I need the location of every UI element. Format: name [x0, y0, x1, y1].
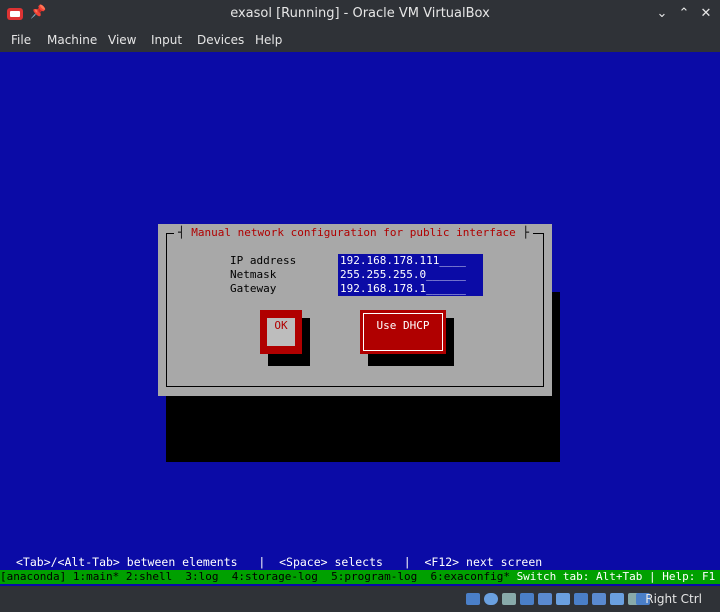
netmask-label: Netmask [230, 268, 277, 281]
tmux-tabs[interactable]: [anaconda] 1:main* 2:shell 3:log 4:stora… [0, 570, 517, 583]
menu-bar: File Machine View Input Devices Help [0, 28, 720, 52]
menu-input[interactable]: Input [151, 33, 182, 47]
ok-button-label: OK [266, 317, 296, 347]
video-capture-icon[interactable] [592, 593, 606, 605]
gateway-label: Gateway [230, 282, 277, 295]
menu-view[interactable]: View [108, 33, 136, 47]
hard-disk-icon[interactable] [466, 593, 480, 605]
use-dhcp-button-label: Use DHCP [363, 313, 443, 351]
cpu-icon[interactable] [610, 593, 624, 605]
network-icon[interactable] [520, 593, 534, 605]
minimize-button[interactable]: ⌄ [652, 4, 672, 24]
dialog-title: ┤ Manual network configuration for publi… [174, 224, 534, 242]
audio-icon[interactable] [502, 593, 516, 605]
tmux-help: Switch tab: Alt+Tab | Help: F1 [516, 570, 716, 583]
network-config-dialog: ┤ Manual network configuration for publi… [158, 224, 552, 396]
menu-machine[interactable]: Machine [47, 33, 97, 47]
shared-folder-icon[interactable] [556, 593, 570, 605]
ok-button[interactable]: OK [260, 310, 302, 354]
netmask-input[interactable]: 255.255.255.0______ [338, 268, 483, 282]
window-title: exasol [Running] - Oracle VM VirtualBox [230, 6, 490, 21]
host-key-label: Right Ctrl [645, 592, 702, 606]
vm-screen[interactable]: ┤ Manual network configuration for publi… [0, 52, 720, 586]
menu-help[interactable]: Help [255, 33, 282, 47]
vm-status-bar: Right Ctrl [0, 586, 720, 612]
keyboard-hint: <Tab>/<Alt-Tab> between elements | <Spac… [16, 555, 543, 569]
menu-devices[interactable]: Devices [197, 33, 244, 47]
gateway-input[interactable]: 192.168.178.1______ [338, 282, 483, 296]
display-icon[interactable] [574, 593, 588, 605]
window-titlebar: 📌 exasol [Running] - Oracle VM VirtualBo… [0, 0, 720, 28]
tmux-status-bar: [anaconda] 1:main* 2:shell 3:log 4:stora… [0, 570, 720, 584]
ip-address-label: IP address [230, 254, 297, 267]
close-button[interactable]: ✕ [696, 4, 716, 24]
optical-drive-icon[interactable] [484, 593, 498, 605]
usb-icon[interactable] [538, 593, 552, 605]
use-dhcp-button[interactable]: Use DHCP [360, 310, 446, 354]
menu-file[interactable]: File [11, 33, 31, 47]
ip-address-input[interactable]: 192.168.178.111____ [338, 254, 483, 268]
maximize-button[interactable]: ⌃ [674, 4, 694, 24]
